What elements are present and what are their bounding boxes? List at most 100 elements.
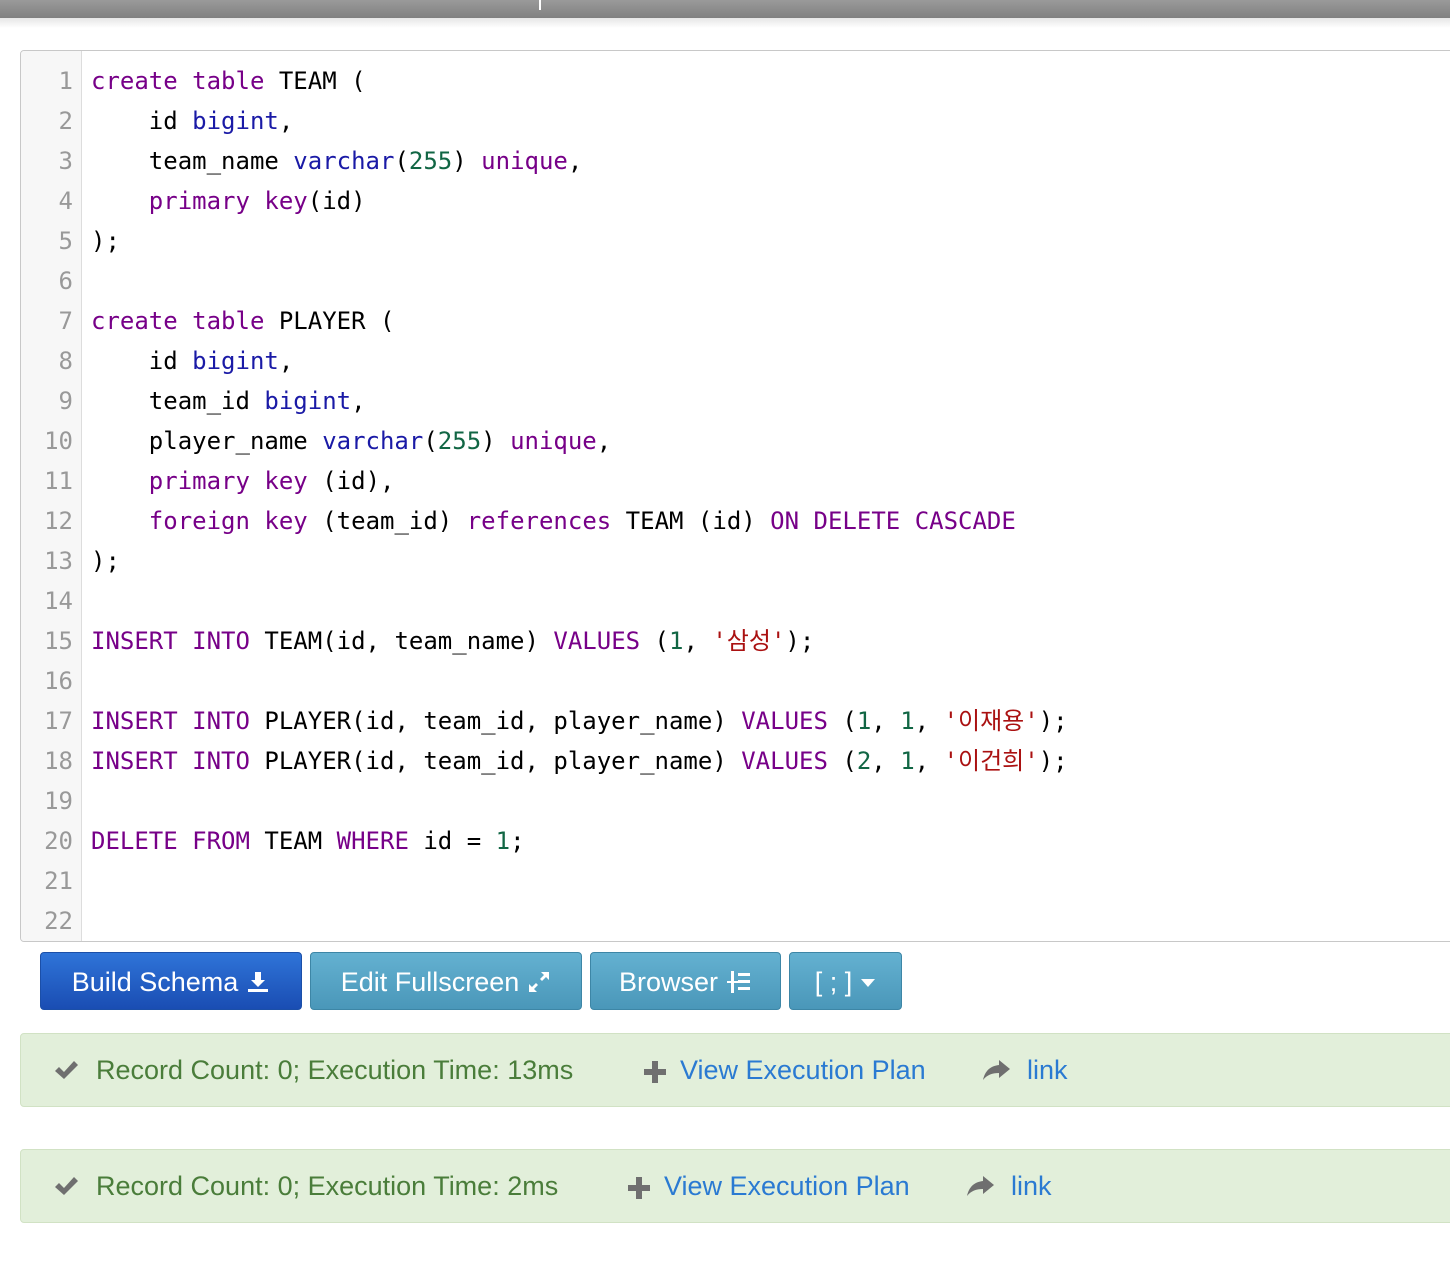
code-line[interactable]: 22 bbox=[21, 901, 1450, 941]
code-line[interactable]: 6 bbox=[21, 261, 1450, 301]
code-line[interactable]: 1 create table TEAM ( bbox=[21, 61, 1450, 101]
terminator-dropdown[interactable]: [ ; ] bbox=[789, 952, 902, 1010]
result-message: Record Count: 0; Execution Time: 13ms bbox=[96, 1055, 574, 1085]
check-icon bbox=[55, 1177, 78, 1195]
line-number: 18 bbox=[44, 747, 73, 775]
code-token: ( bbox=[640, 627, 669, 655]
code-token: FROM bbox=[192, 827, 250, 855]
code-text[interactable]: player_name varchar(255) unique, bbox=[91, 421, 611, 461]
build-schema-button[interactable]: Build Schema bbox=[40, 952, 302, 1010]
code-token: INTO bbox=[192, 627, 250, 655]
code-token: references bbox=[466, 507, 612, 535]
code-line[interactable]: 20 DELETE FROM TEAM WHERE id = 1; bbox=[21, 821, 1450, 861]
code-token: ); bbox=[91, 547, 120, 575]
code-text[interactable]: foreign key (team_id) references TEAM (i… bbox=[91, 501, 1016, 541]
result-link[interactable]: link bbox=[1011, 1150, 1052, 1222]
browser-button[interactable]: Browser bbox=[590, 952, 781, 1010]
result-link[interactable]: link bbox=[1027, 1034, 1068, 1106]
view-execution-plan-link[interactable]: View Execution Plan bbox=[680, 1034, 926, 1106]
code-token: team_name bbox=[91, 147, 294, 175]
code-line[interactable]: 19 bbox=[21, 781, 1450, 821]
code-token: varchar bbox=[322, 427, 424, 455]
line-number: 17 bbox=[44, 707, 73, 735]
code-text[interactable]: id bigint, bbox=[91, 101, 294, 141]
code-text[interactable]: id bigint, bbox=[91, 341, 294, 381]
code-line[interactable]: 5); bbox=[21, 221, 1450, 261]
build-schema-label: Build Schema bbox=[71, 967, 239, 997]
code-token: '이재용' bbox=[943, 707, 1039, 735]
code-text[interactable]: primary key (id), bbox=[91, 461, 395, 501]
code-token: ); bbox=[1038, 747, 1068, 775]
code-token: VALUES bbox=[741, 747, 828, 775]
code-line[interactable]: 16 bbox=[21, 661, 1450, 701]
result-message: Record Count: 0; Execution Time: 2ms bbox=[96, 1171, 559, 1201]
line-number: 20 bbox=[44, 827, 73, 855]
code-line[interactable]: 17 INSERT INTO PLAYER(id, team_id, player… bbox=[21, 701, 1450, 741]
code-line[interactable]: 7 create table PLAYER ( bbox=[21, 301, 1450, 341]
edit-fullscreen-button[interactable]: Edit Fullscreen bbox=[310, 952, 582, 1010]
tree-icon bbox=[727, 971, 751, 993]
code-token: foreign bbox=[148, 507, 250, 535]
code-token: key bbox=[264, 507, 308, 535]
code-line[interactable]: 9 team_id bigint, bbox=[21, 381, 1450, 421]
code-token: team_id bbox=[91, 387, 265, 415]
code-line[interactable]: 3 team_name varchar(255) unique, bbox=[21, 141, 1450, 181]
share-arrow-icon[interactable] bbox=[983, 1060, 1011, 1080]
code-lines[interactable]: 1 create table TEAM (2 id bigint, 3 team_n… bbox=[21, 61, 1450, 941]
schema-editor[interactable]: 1 create table TEAM (2 id bigint, 3 team_n… bbox=[20, 50, 1450, 942]
code-text[interactable]: create table PLAYER ( bbox=[91, 301, 394, 341]
code-line[interactable]: 21 bbox=[21, 861, 1450, 901]
code-text[interactable]: ); bbox=[91, 541, 120, 581]
code-line[interactable]: 18 INSERT INTO PLAYER(id, team_id, player… bbox=[21, 741, 1450, 781]
code-token: bigint bbox=[264, 387, 352, 415]
code-token: CASCADE bbox=[914, 507, 1016, 535]
code-line[interactable]: 15 INSERT INTO TEAM(id, team_name) VALUES… bbox=[21, 621, 1450, 661]
code-token: unique bbox=[481, 147, 568, 175]
line-number: 21 bbox=[44, 867, 73, 895]
code-line[interactable]: 14 bbox=[21, 581, 1450, 621]
plus-icon[interactable] bbox=[644, 1061, 666, 1083]
code-token: TEAM bbox=[249, 827, 337, 855]
code-text[interactable]: create table TEAM ( bbox=[91, 61, 366, 101]
code-token: , bbox=[683, 627, 713, 655]
code-token: , bbox=[351, 387, 366, 415]
code-line[interactable]: 10 player_name varchar(255) unique, bbox=[21, 421, 1450, 461]
code-line[interactable]: 11 primary key (id), bbox=[21, 461, 1450, 501]
code-line[interactable]: 8 id bigint, bbox=[21, 341, 1450, 381]
code-text[interactable]: INSERT INTO TEAM(id, team_name) VALUES (… bbox=[91, 621, 814, 661]
code-text[interactable]: ); bbox=[91, 221, 120, 261]
code-line[interactable]: 12 foreign key (team_id) references TEAM… bbox=[21, 501, 1450, 541]
code-text[interactable]: team_id bigint, bbox=[91, 381, 366, 421]
code-token: table bbox=[192, 67, 265, 95]
line-number: 9 bbox=[58, 387, 73, 415]
plus-icon[interactable] bbox=[628, 1177, 650, 1199]
code-text[interactable]: primary key(id) bbox=[91, 181, 366, 221]
code-text[interactable]: INSERT INTO PLAYER(id, team_id, player_n… bbox=[91, 701, 1068, 741]
code-token: ) bbox=[452, 147, 482, 175]
code-token: 1 bbox=[856, 707, 872, 735]
code-token: , bbox=[278, 107, 294, 135]
code-text[interactable]: INSERT INTO PLAYER(id, team_id, player_n… bbox=[91, 741, 1068, 781]
code-line[interactable]: 2 id bigint, bbox=[21, 101, 1450, 141]
code-token: bigint bbox=[192, 347, 279, 375]
share-arrow-icon[interactable] bbox=[967, 1176, 995, 1196]
view-execution-plan-link[interactable]: View Execution Plan bbox=[664, 1150, 910, 1222]
code-token: id bbox=[91, 347, 193, 375]
code-line[interactable]: 13); bbox=[21, 541, 1450, 581]
code-token: , bbox=[278, 347, 294, 375]
code-text[interactable]: team_name varchar(255) unique, bbox=[91, 141, 583, 181]
code-text[interactable]: DELETE FROM TEAM WHERE id = 1; bbox=[91, 821, 525, 861]
code-token: VALUES bbox=[741, 707, 828, 735]
top-bar-shadow bbox=[0, 18, 1450, 28]
line-number: 14 bbox=[44, 587, 73, 615]
code-token: ); bbox=[1038, 707, 1068, 735]
code-line[interactable]: 4 primary key(id) bbox=[21, 181, 1450, 221]
code-token: primary bbox=[148, 467, 250, 495]
line-number: 12 bbox=[44, 507, 73, 535]
